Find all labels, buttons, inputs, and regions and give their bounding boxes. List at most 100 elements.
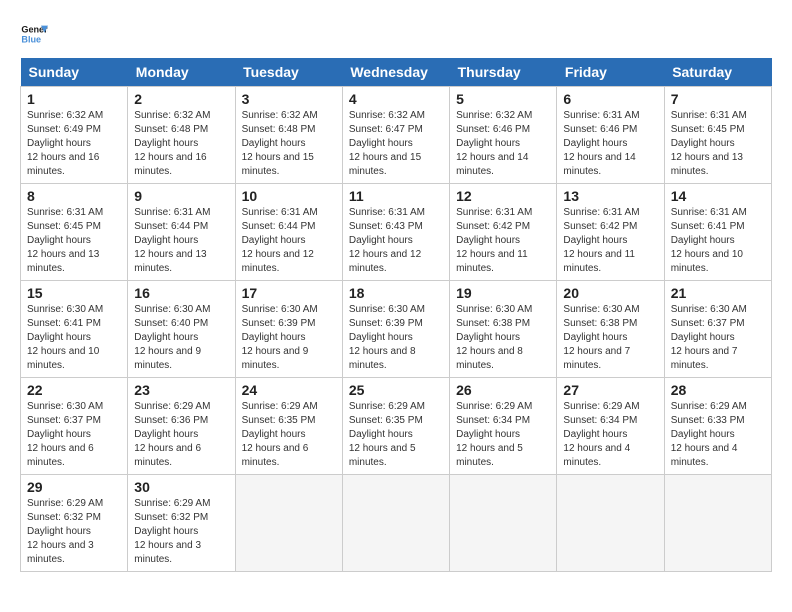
day-header-friday: Friday (557, 58, 664, 87)
day-number: 29 (27, 479, 121, 495)
day-info: Sunrise: 6:32 AM Sunset: 6:46 PM Dayligh… (456, 109, 550, 179)
calendar-day-4: 4 Sunrise: 6:32 AM Sunset: 6:47 PM Dayli… (342, 87, 449, 184)
day-info: Sunrise: 6:29 AM Sunset: 6:34 PM Dayligh… (456, 400, 550, 470)
day-info: Sunrise: 6:32 AM Sunset: 6:47 PM Dayligh… (349, 109, 443, 179)
day-number: 16 (134, 285, 228, 301)
day-number: 10 (242, 188, 336, 204)
calendar-day-25: 25 Sunrise: 6:29 AM Sunset: 6:35 PM Dayl… (342, 378, 449, 475)
calendar-empty (450, 475, 557, 572)
day-number: 17 (242, 285, 336, 301)
day-number: 15 (27, 285, 121, 301)
calendar-day-3: 3 Sunrise: 6:32 AM Sunset: 6:48 PM Dayli… (235, 87, 342, 184)
day-header-wednesday: Wednesday (342, 58, 449, 87)
day-number: 26 (456, 382, 550, 398)
day-number: 23 (134, 382, 228, 398)
day-number: 19 (456, 285, 550, 301)
calendar: SundayMondayTuesdayWednesdayThursdayFrid… (20, 58, 772, 572)
calendar-header: SundayMondayTuesdayWednesdayThursdayFrid… (21, 58, 772, 87)
calendar-day-21: 21 Sunrise: 6:30 AM Sunset: 6:37 PM Dayl… (664, 281, 771, 378)
day-info: Sunrise: 6:29 AM Sunset: 6:32 PM Dayligh… (134, 497, 228, 567)
calendar-day-30: 30 Sunrise: 6:29 AM Sunset: 6:32 PM Dayl… (128, 475, 235, 572)
calendar-day-29: 29 Sunrise: 6:29 AM Sunset: 6:32 PM Dayl… (21, 475, 128, 572)
day-info: Sunrise: 6:31 AM Sunset: 6:42 PM Dayligh… (563, 206, 657, 276)
calendar-day-20: 20 Sunrise: 6:30 AM Sunset: 6:38 PM Dayl… (557, 281, 664, 378)
calendar-day-7: 7 Sunrise: 6:31 AM Sunset: 6:45 PM Dayli… (664, 87, 771, 184)
calendar-day-1: 1 Sunrise: 6:32 AM Sunset: 6:49 PM Dayli… (21, 87, 128, 184)
day-info: Sunrise: 6:29 AM Sunset: 6:34 PM Dayligh… (563, 400, 657, 470)
calendar-week-4: 22 Sunrise: 6:30 AM Sunset: 6:37 PM Dayl… (21, 378, 772, 475)
day-number: 1 (27, 91, 121, 107)
day-number: 21 (671, 285, 765, 301)
calendar-day-22: 22 Sunrise: 6:30 AM Sunset: 6:37 PM Dayl… (21, 378, 128, 475)
day-info: Sunrise: 6:31 AM Sunset: 6:45 PM Dayligh… (671, 109, 765, 179)
day-info: Sunrise: 6:30 AM Sunset: 6:39 PM Dayligh… (349, 303, 443, 373)
day-number: 6 (563, 91, 657, 107)
day-number: 7 (671, 91, 765, 107)
day-number: 24 (242, 382, 336, 398)
day-info: Sunrise: 6:29 AM Sunset: 6:35 PM Dayligh… (242, 400, 336, 470)
day-number: 5 (456, 91, 550, 107)
day-header-thursday: Thursday (450, 58, 557, 87)
calendar-empty (342, 475, 449, 572)
calendar-day-12: 12 Sunrise: 6:31 AM Sunset: 6:42 PM Dayl… (450, 184, 557, 281)
day-number: 30 (134, 479, 228, 495)
calendar-empty (664, 475, 771, 572)
day-info: Sunrise: 6:32 AM Sunset: 6:48 PM Dayligh… (242, 109, 336, 179)
day-info: Sunrise: 6:30 AM Sunset: 6:38 PM Dayligh… (563, 303, 657, 373)
logo: General Blue (20, 20, 52, 48)
day-number: 8 (27, 188, 121, 204)
calendar-day-24: 24 Sunrise: 6:29 AM Sunset: 6:35 PM Dayl… (235, 378, 342, 475)
day-info: Sunrise: 6:31 AM Sunset: 6:45 PM Dayligh… (27, 206, 121, 276)
calendar-day-8: 8 Sunrise: 6:31 AM Sunset: 6:45 PM Dayli… (21, 184, 128, 281)
calendar-day-27: 27 Sunrise: 6:29 AM Sunset: 6:34 PM Dayl… (557, 378, 664, 475)
calendar-week-5: 29 Sunrise: 6:29 AM Sunset: 6:32 PM Dayl… (21, 475, 772, 572)
calendar-day-14: 14 Sunrise: 6:31 AM Sunset: 6:41 PM Dayl… (664, 184, 771, 281)
calendar-day-16: 16 Sunrise: 6:30 AM Sunset: 6:40 PM Dayl… (128, 281, 235, 378)
logo-icon: General Blue (20, 20, 48, 48)
day-info: Sunrise: 6:31 AM Sunset: 6:44 PM Dayligh… (134, 206, 228, 276)
day-number: 28 (671, 382, 765, 398)
day-info: Sunrise: 6:29 AM Sunset: 6:33 PM Dayligh… (671, 400, 765, 470)
calendar-day-15: 15 Sunrise: 6:30 AM Sunset: 6:41 PM Dayl… (21, 281, 128, 378)
day-number: 9 (134, 188, 228, 204)
day-number: 3 (242, 91, 336, 107)
day-number: 14 (671, 188, 765, 204)
calendar-day-10: 10 Sunrise: 6:31 AM Sunset: 6:44 PM Dayl… (235, 184, 342, 281)
calendar-day-5: 5 Sunrise: 6:32 AM Sunset: 6:46 PM Dayli… (450, 87, 557, 184)
calendar-body: 1 Sunrise: 6:32 AM Sunset: 6:49 PM Dayli… (21, 87, 772, 572)
day-number: 22 (27, 382, 121, 398)
day-info: Sunrise: 6:31 AM Sunset: 6:42 PM Dayligh… (456, 206, 550, 276)
calendar-day-18: 18 Sunrise: 6:30 AM Sunset: 6:39 PM Dayl… (342, 281, 449, 378)
svg-text:Blue: Blue (21, 34, 41, 44)
day-info: Sunrise: 6:31 AM Sunset: 6:46 PM Dayligh… (563, 109, 657, 179)
calendar-day-9: 9 Sunrise: 6:31 AM Sunset: 6:44 PM Dayli… (128, 184, 235, 281)
day-info: Sunrise: 6:29 AM Sunset: 6:32 PM Dayligh… (27, 497, 121, 567)
day-number: 20 (563, 285, 657, 301)
calendar-day-11: 11 Sunrise: 6:31 AM Sunset: 6:43 PM Dayl… (342, 184, 449, 281)
day-header-monday: Monday (128, 58, 235, 87)
day-header-tuesday: Tuesday (235, 58, 342, 87)
calendar-empty (235, 475, 342, 572)
calendar-week-3: 15 Sunrise: 6:30 AM Sunset: 6:41 PM Dayl… (21, 281, 772, 378)
day-info: Sunrise: 6:30 AM Sunset: 6:37 PM Dayligh… (671, 303, 765, 373)
day-info: Sunrise: 6:30 AM Sunset: 6:41 PM Dayligh… (27, 303, 121, 373)
calendar-day-17: 17 Sunrise: 6:30 AM Sunset: 6:39 PM Dayl… (235, 281, 342, 378)
day-info: Sunrise: 6:31 AM Sunset: 6:43 PM Dayligh… (349, 206, 443, 276)
calendar-day-19: 19 Sunrise: 6:30 AM Sunset: 6:38 PM Dayl… (450, 281, 557, 378)
day-number: 27 (563, 382, 657, 398)
calendar-day-23: 23 Sunrise: 6:29 AM Sunset: 6:36 PM Dayl… (128, 378, 235, 475)
calendar-day-28: 28 Sunrise: 6:29 AM Sunset: 6:33 PM Dayl… (664, 378, 771, 475)
header: General Blue (20, 20, 772, 48)
day-info: Sunrise: 6:29 AM Sunset: 6:36 PM Dayligh… (134, 400, 228, 470)
day-info: Sunrise: 6:30 AM Sunset: 6:38 PM Dayligh… (456, 303, 550, 373)
calendar-empty (557, 475, 664, 572)
day-info: Sunrise: 6:32 AM Sunset: 6:49 PM Dayligh… (27, 109, 121, 179)
day-info: Sunrise: 6:29 AM Sunset: 6:35 PM Dayligh… (349, 400, 443, 470)
day-info: Sunrise: 6:30 AM Sunset: 6:37 PM Dayligh… (27, 400, 121, 470)
day-number: 25 (349, 382, 443, 398)
day-number: 12 (456, 188, 550, 204)
day-number: 13 (563, 188, 657, 204)
day-info: Sunrise: 6:31 AM Sunset: 6:41 PM Dayligh… (671, 206, 765, 276)
calendar-week-2: 8 Sunrise: 6:31 AM Sunset: 6:45 PM Dayli… (21, 184, 772, 281)
day-number: 2 (134, 91, 228, 107)
